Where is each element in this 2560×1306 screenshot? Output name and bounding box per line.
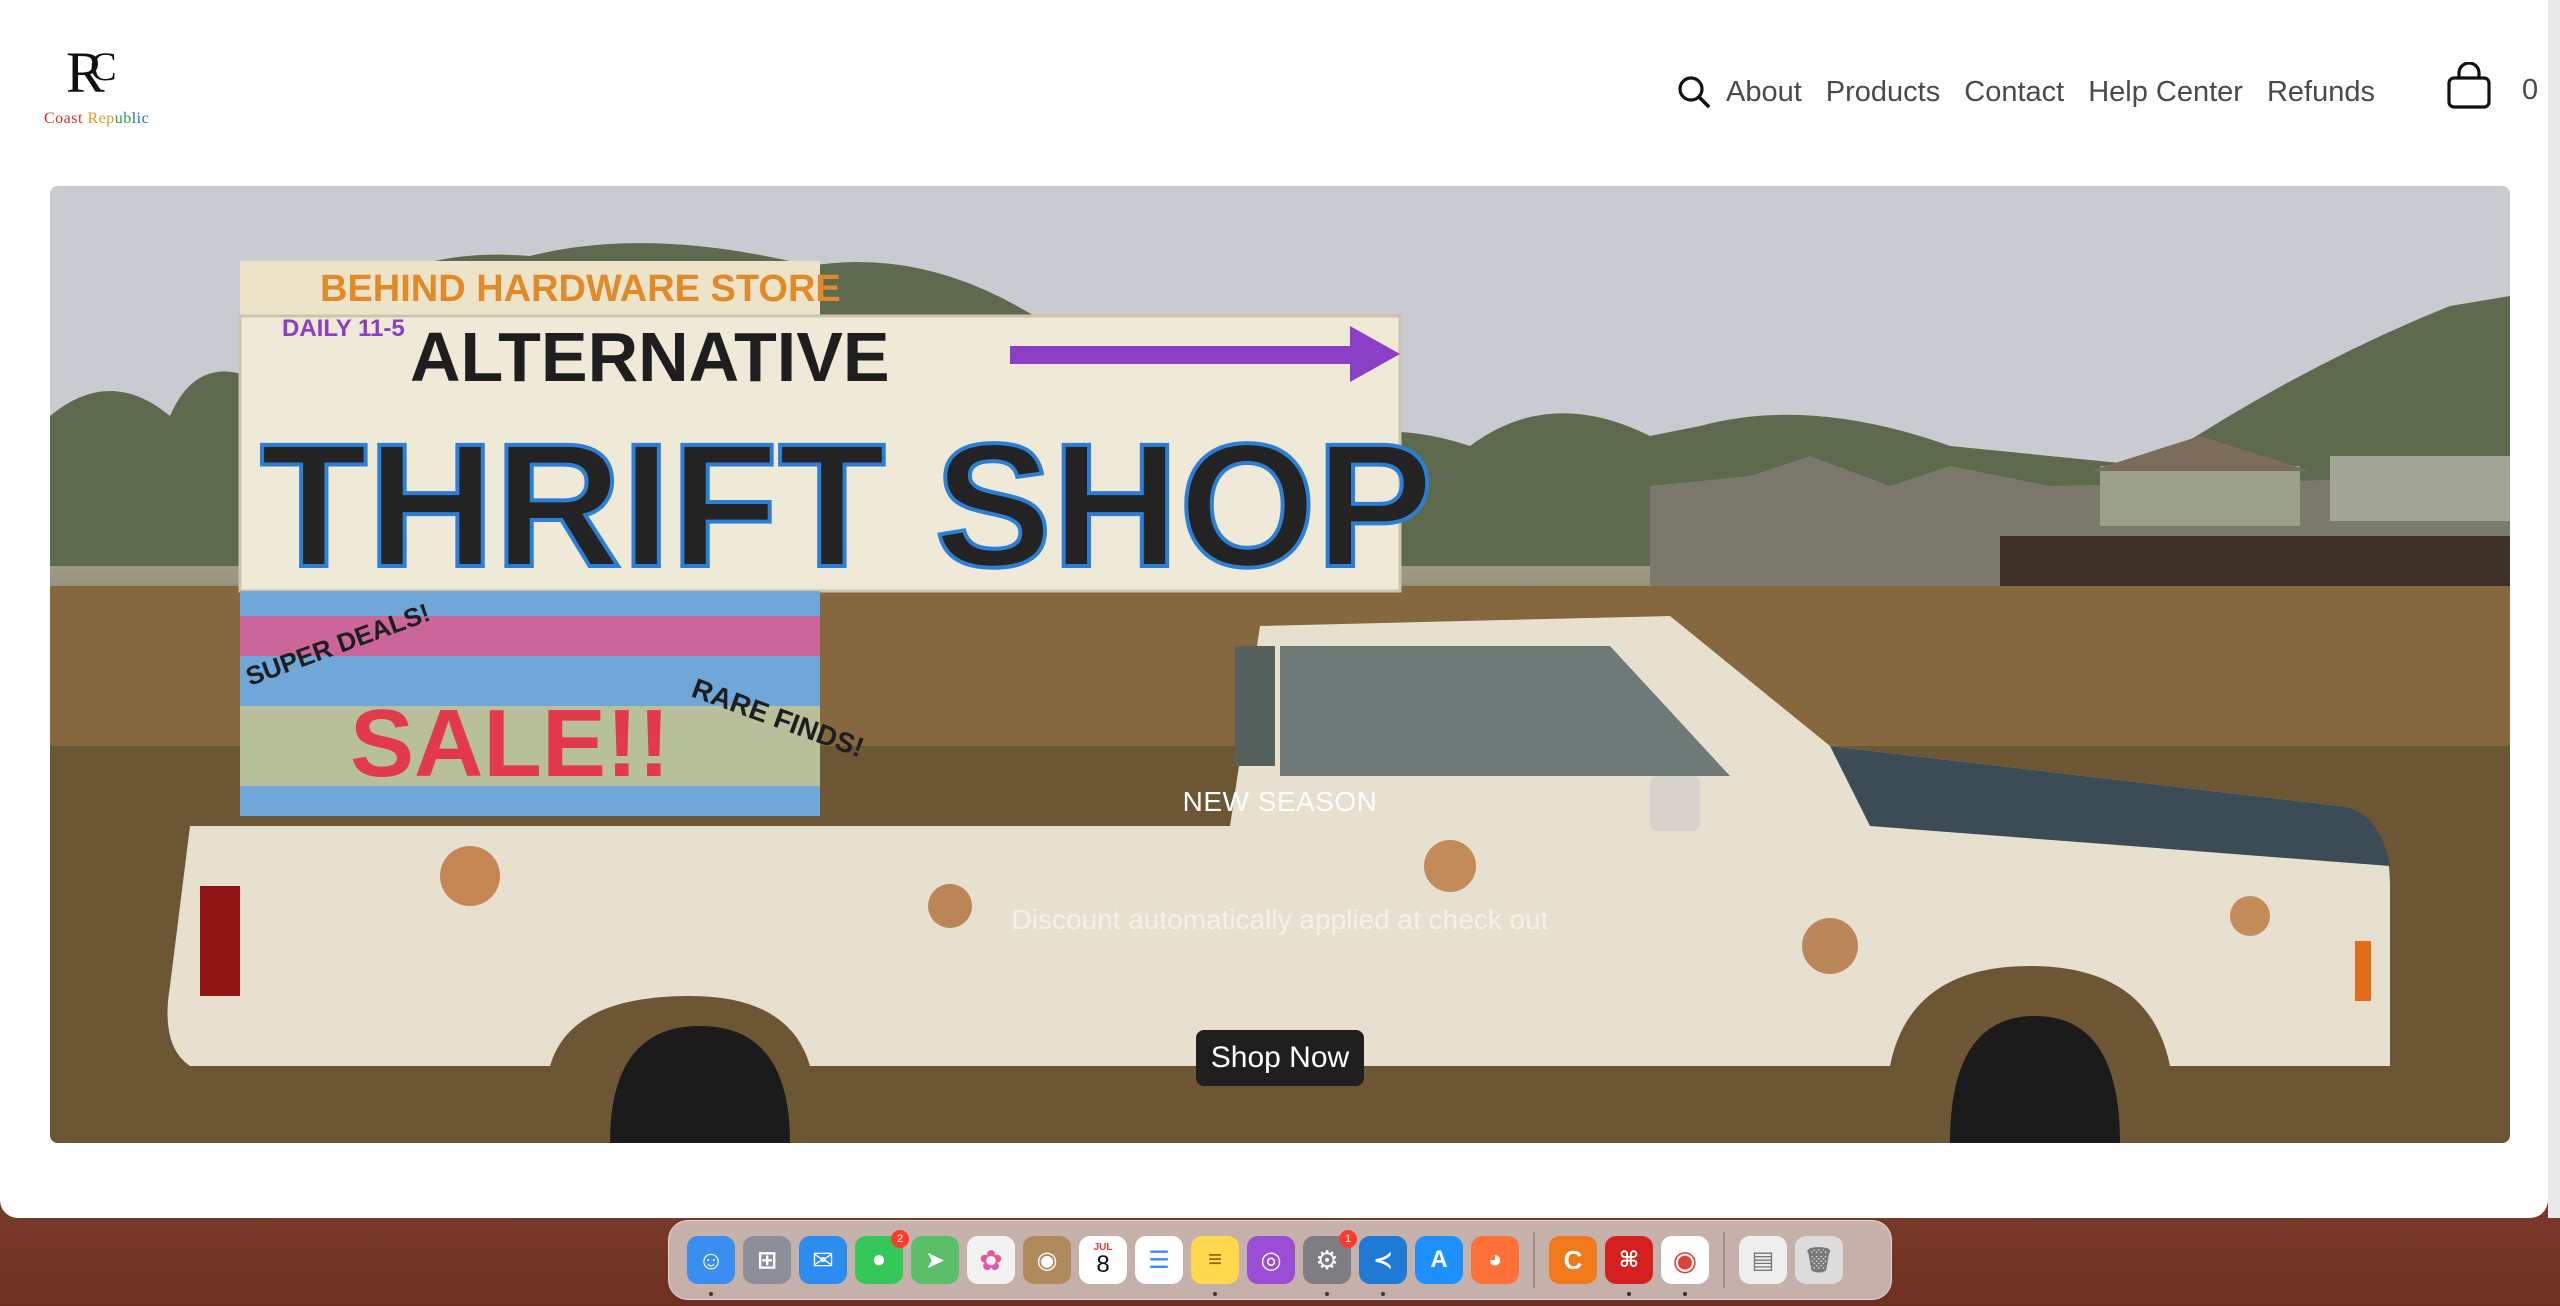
shop-now-button[interactable]: Shop Now bbox=[1196, 1030, 1364, 1086]
browser-page: R C Coast Republic About Products Contac… bbox=[0, 0, 2548, 1218]
search-icon[interactable] bbox=[1676, 74, 1712, 110]
nav-about-link[interactable]: About bbox=[1726, 76, 1802, 109]
vscode-icon[interactable]: ≺ bbox=[1359, 1236, 1407, 1296]
settings-icon[interactable]: ⚙ 1 bbox=[1303, 1230, 1357, 1296]
acrobat-icon[interactable]: ⌘ bbox=[1605, 1236, 1653, 1296]
sign-top-text: BEHIND HARDWARE STORE bbox=[320, 268, 841, 310]
chrome-icon[interactable]: ◉ bbox=[1661, 1236, 1709, 1296]
nav-products-link[interactable]: Products bbox=[1826, 76, 1940, 109]
firefox-icon[interactable]: ◕ bbox=[1471, 1236, 1519, 1284]
svg-text:C: C bbox=[90, 44, 117, 89]
macos-dock: ☺ ⊞ ✉ ● 2 ➤ ✿ ◉ JUL 8 ☰ ≡ ◎ ⚙ 1 ≺ A ◕ C ⌘ … bbox=[668, 1220, 1892, 1300]
dock-separator bbox=[1723, 1232, 1725, 1288]
hero-title: NEW SEASON bbox=[1182, 786, 1378, 817]
sign-sale-text: SALE!! bbox=[350, 690, 670, 797]
window-edge bbox=[2548, 0, 2560, 1218]
shopping-bag-icon[interactable] bbox=[2446, 62, 2492, 110]
logo-mark-icon: R C bbox=[66, 40, 117, 105]
site-logo[interactable]: R C Coast Republic bbox=[44, 36, 154, 136]
sign-hours-text: DAILY 11-5 bbox=[282, 315, 405, 342]
c-app-icon[interactable]: C bbox=[1549, 1236, 1597, 1284]
hero-banner: BEHIND HARDWARE STORE DAILY 11-5 ALTERNA… bbox=[50, 186, 2510, 1143]
reminders-icon[interactable]: ☰ bbox=[1135, 1236, 1183, 1284]
maps-icon[interactable]: ➤ bbox=[911, 1236, 959, 1284]
sign-main-text: THRIFT SHOP bbox=[260, 408, 1433, 604]
sign-alt-text: ALTERNATIVE bbox=[410, 318, 890, 396]
nav-contact-link[interactable]: Contact bbox=[1964, 76, 2064, 109]
podcasts-icon[interactable]: ◎ bbox=[1247, 1236, 1295, 1284]
finder-icon[interactable]: ☺ bbox=[687, 1236, 735, 1296]
appstore-icon[interactable]: A bbox=[1415, 1236, 1463, 1284]
hero-subtitle: Discount automatically applied at check … bbox=[1011, 904, 1549, 935]
logo-wordmark: Coast Republic bbox=[44, 110, 150, 127]
notes-icon[interactable]: ≡ bbox=[1191, 1236, 1239, 1296]
dock-separator bbox=[1533, 1232, 1535, 1288]
document-icon[interactable]: ▤ bbox=[1739, 1236, 1787, 1284]
photos-icon[interactable]: ✿ bbox=[967, 1236, 1015, 1284]
contacts-icon[interactable]: ◉ bbox=[1023, 1236, 1071, 1284]
messages-icon[interactable]: ● 2 bbox=[855, 1230, 909, 1284]
main-nav: About Products Contact Help Center Refun… bbox=[1676, 70, 2399, 114]
calendar-icon[interactable]: JUL 8 bbox=[1079, 1236, 1127, 1284]
launchpad-icon[interactable]: ⊞ bbox=[743, 1236, 791, 1284]
hero-image: BEHIND HARDWARE STORE DAILY 11-5 ALTERNA… bbox=[50, 186, 2510, 1143]
cart-count: 0 bbox=[2522, 74, 2539, 106]
mail-icon[interactable]: ✉ bbox=[799, 1236, 847, 1284]
nav-help-center-link[interactable]: Help Center bbox=[2088, 76, 2243, 109]
nav-refunds-link[interactable]: Refunds bbox=[2267, 76, 2375, 109]
trash-icon[interactable]: 🗑 bbox=[1795, 1236, 1843, 1284]
